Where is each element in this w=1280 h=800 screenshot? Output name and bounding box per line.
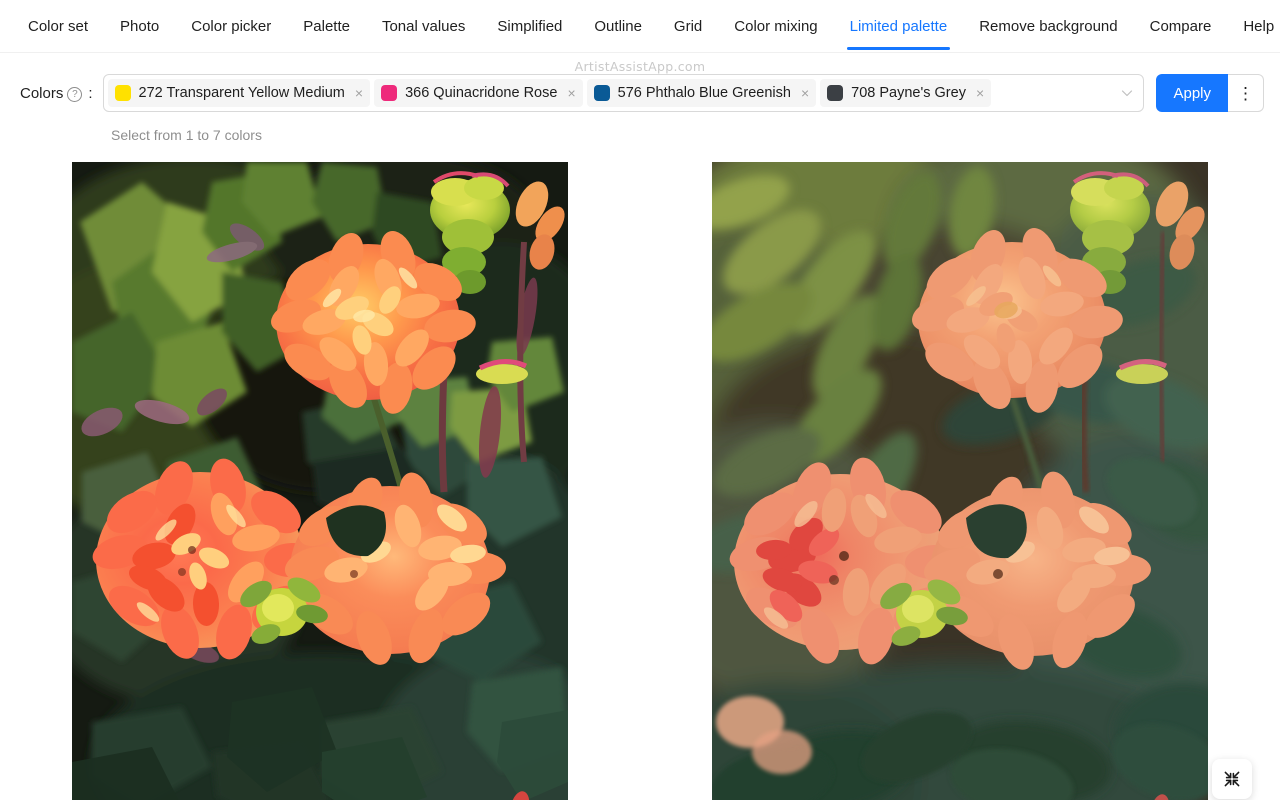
- remove-color-icon[interactable]: ×: [799, 86, 811, 100]
- tab-remove-background[interactable]: Remove background: [979, 3, 1117, 49]
- original-photo-image[interactable]: [712, 162, 1208, 800]
- collapse-arrows-icon: [1224, 771, 1240, 787]
- tab-tonal-values[interactable]: Tonal values: [382, 3, 465, 49]
- colors-multiselect[interactable]: 272 Transparent Yellow Medium × 366 Quin…: [102, 74, 1145, 112]
- tab-simplified[interactable]: Simplified: [497, 3, 562, 49]
- tab-label: Palette: [303, 18, 350, 35]
- tab-outline[interactable]: Outline: [594, 3, 642, 49]
- color-swatch: [114, 85, 131, 101]
- help-circle-icon[interactable]: ?: [67, 87, 83, 102]
- tab-label: Grid: [673, 18, 703, 35]
- tab-label: Compare: [1149, 18, 1212, 35]
- remove-color-icon[interactable]: ×: [565, 86, 577, 100]
- tab-color-picker[interactable]: Color picker: [191, 3, 271, 49]
- color-chip-label: 708 Payne's Grey: [851, 84, 966, 101]
- colors-label: Colors ? :: [20, 74, 93, 112]
- chevron-down-icon[interactable]: [1121, 87, 1133, 99]
- color-chip-label: 576 Phthalo Blue Greenish: [617, 84, 791, 101]
- tab-color-set[interactable]: Color set: [28, 3, 88, 49]
- color-chip-label: 366 Quinacridone Rose: [405, 84, 558, 101]
- tab-limited-palette[interactable]: Limited palette: [846, 3, 950, 50]
- tab-label: Photo: [120, 18, 160, 35]
- color-chip-708[interactable]: 708 Payne's Grey ×: [820, 79, 992, 107]
- colors-control-row: Colors ? : 272 Transparent Yellow Medium…: [0, 74, 1280, 126]
- tab-label: Color set: [28, 18, 89, 35]
- colors-select-wrapper: 272 Transparent Yellow Medium × 366 Quin…: [102, 74, 1145, 112]
- tab-label: Color picker: [191, 18, 272, 35]
- limited-palette-result-image[interactable]: [72, 162, 568, 800]
- tab-compare[interactable]: Compare: [1150, 3, 1212, 49]
- color-chip-366[interactable]: 366 Quinacridone Rose ×: [374, 79, 583, 107]
- exit-fullscreen-button[interactable]: [1212, 759, 1252, 799]
- color-swatch: [381, 85, 398, 101]
- tab-label: Outline: [594, 18, 642, 35]
- tab-label: Limited palette: [849, 18, 948, 35]
- tab-label: Help: [1243, 18, 1275, 35]
- colors-label-text: Colors: [20, 85, 64, 102]
- tab-label: Color mixing: [734, 18, 818, 35]
- remove-color-icon[interactable]: ×: [353, 86, 365, 100]
- colors-label-colon: :: [88, 85, 93, 102]
- colors-hint-text: Select from 1 to 7 colors: [111, 127, 262, 143]
- site-watermark: ArtistAssistApp.com: [574, 59, 706, 74]
- selected-color-chips: 272 Transparent Yellow Medium × 366 Quin…: [107, 79, 1116, 107]
- image-comparison-area: [0, 148, 1280, 800]
- tab-label: Tonal values: [381, 18, 466, 35]
- color-chip-272[interactable]: 272 Transparent Yellow Medium ×: [107, 79, 371, 107]
- color-swatch: [593, 85, 610, 101]
- tab-color-mixing[interactable]: Color mixing: [734, 3, 817, 49]
- color-chip-576[interactable]: 576 Phthalo Blue Greenish ×: [586, 79, 817, 107]
- tab-label: Simplified: [497, 18, 563, 35]
- tab-palette[interactable]: Palette: [303, 3, 350, 49]
- main-tab-bar: Color set Photo Color picker Palette Ton…: [0, 0, 1280, 53]
- color-swatch: [827, 85, 844, 101]
- apply-button[interactable]: Apply: [1156, 74, 1228, 112]
- tab-label: Remove background: [979, 18, 1118, 35]
- tab-photo[interactable]: Photo: [120, 3, 159, 49]
- tab-grid[interactable]: Grid: [674, 3, 702, 49]
- remove-color-icon[interactable]: ×: [974, 86, 986, 100]
- color-chip-label: 272 Transparent Yellow Medium: [138, 84, 345, 101]
- more-options-button[interactable]: ⋮: [1228, 74, 1264, 112]
- tab-help[interactable]: Help: [1243, 3, 1274, 49]
- apply-button-group: Apply ⋮: [1156, 74, 1264, 112]
